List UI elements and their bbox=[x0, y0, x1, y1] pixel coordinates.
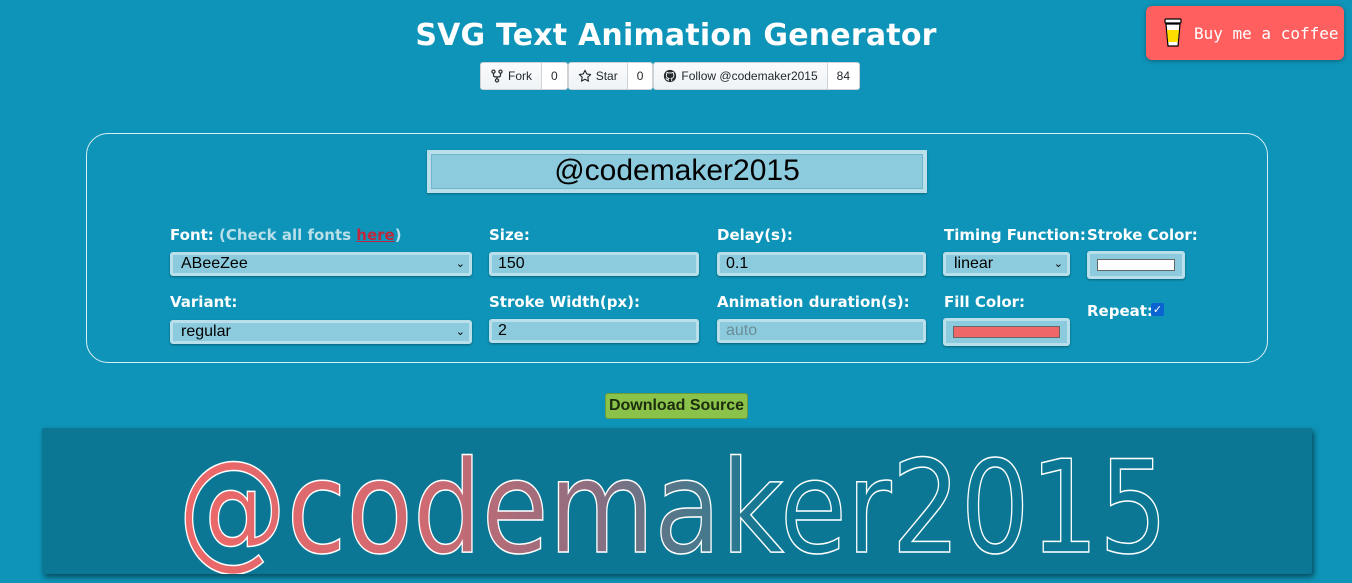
variant-select-value: regular bbox=[181, 323, 231, 340]
preview-svg: @codemaker2015 bbox=[177, 433, 1169, 574]
timing-function-select[interactable]: linear ⌄ bbox=[943, 252, 1070, 276]
stroke-color-picker[interactable] bbox=[1087, 251, 1185, 279]
chevron-down-icon: ⌄ bbox=[1053, 258, 1063, 270]
star-icon bbox=[578, 69, 591, 82]
preview-text: @codemaker2015 bbox=[178, 434, 1168, 574]
animation-duration-input[interactable]: auto bbox=[717, 319, 926, 343]
repeat-checkbox[interactable]: ✓ bbox=[1151, 303, 1164, 316]
fill-color-swatch bbox=[953, 326, 1060, 338]
star-button[interactable]: Star bbox=[567, 62, 628, 90]
variant-select[interactable]: regular ⌄ bbox=[170, 320, 472, 344]
font-select[interactable]: ABeeZee ⌄ bbox=[170, 252, 472, 276]
fill-color-label: Fill Color: bbox=[944, 293, 1026, 311]
stroke-color-swatch bbox=[1097, 259, 1175, 271]
animation-preview: @codemaker2015 bbox=[42, 428, 1312, 574]
stroke-color-label: Stroke Color: bbox=[1087, 226, 1198, 244]
font-label-group: Font: (Check all fonts here) bbox=[170, 226, 402, 244]
timing-select-value: linear bbox=[954, 255, 994, 272]
download-source-button[interactable]: Download Source bbox=[605, 393, 748, 419]
follow-button[interactable]: Follow @codemaker2015 bbox=[653, 62, 828, 90]
animation-duration-label: Animation duration(s): bbox=[717, 293, 910, 311]
star-group: Star 0 bbox=[567, 62, 654, 90]
follow-count[interactable]: 84 bbox=[827, 62, 860, 90]
timing-function-label: Timing Function: bbox=[944, 226, 1086, 244]
star-count[interactable]: 0 bbox=[627, 62, 654, 90]
stroke-width-input[interactable]: 2 bbox=[489, 319, 699, 343]
size-label: Size: bbox=[489, 226, 530, 244]
text-input[interactable]: @codemaker2015 bbox=[427, 150, 927, 193]
github-buttons: Fork 0 Star 0 Follow @codemaker2015 84 bbox=[480, 62, 860, 90]
github-icon bbox=[664, 69, 677, 83]
repeat-label: Repeat: bbox=[1087, 302, 1153, 320]
chevron-down-icon: ⌄ bbox=[455, 326, 465, 338]
chevron-down-icon: ⌄ bbox=[455, 258, 465, 270]
font-select-value: ABeeZee bbox=[181, 255, 248, 272]
variant-label: Variant: bbox=[170, 293, 238, 311]
fill-color-picker[interactable] bbox=[943, 318, 1070, 346]
buy-me-a-coffee-button[interactable]: Buy me a coffee bbox=[1146, 6, 1344, 60]
fork-label: Fork bbox=[508, 69, 532, 83]
star-label: Star bbox=[595, 69, 618, 83]
follow-label: Follow @codemaker2015 bbox=[681, 69, 818, 83]
stroke-width-label: Stroke Width(px): bbox=[489, 293, 641, 311]
font-hint-prefix: (Check all fonts bbox=[219, 226, 357, 244]
fork-button[interactable]: Fork bbox=[480, 62, 542, 90]
follow-group: Follow @codemaker2015 84 bbox=[653, 62, 860, 90]
coffee-cup-icon bbox=[1164, 18, 1182, 47]
fonts-link[interactable]: here bbox=[356, 226, 394, 244]
font-label: Font: bbox=[170, 226, 214, 244]
fork-icon bbox=[491, 69, 503, 83]
delay-input[interactable]: 0.1 bbox=[717, 252, 926, 276]
font-hint-suffix: ) bbox=[394, 226, 402, 244]
size-input[interactable]: 150 bbox=[489, 252, 699, 276]
fork-count[interactable]: 0 bbox=[542, 62, 568, 90]
coffee-label: Buy me a coffee bbox=[1194, 23, 1339, 43]
delay-label: Delay(s): bbox=[717, 226, 793, 244]
fork-group: Fork 0 bbox=[480, 62, 568, 90]
